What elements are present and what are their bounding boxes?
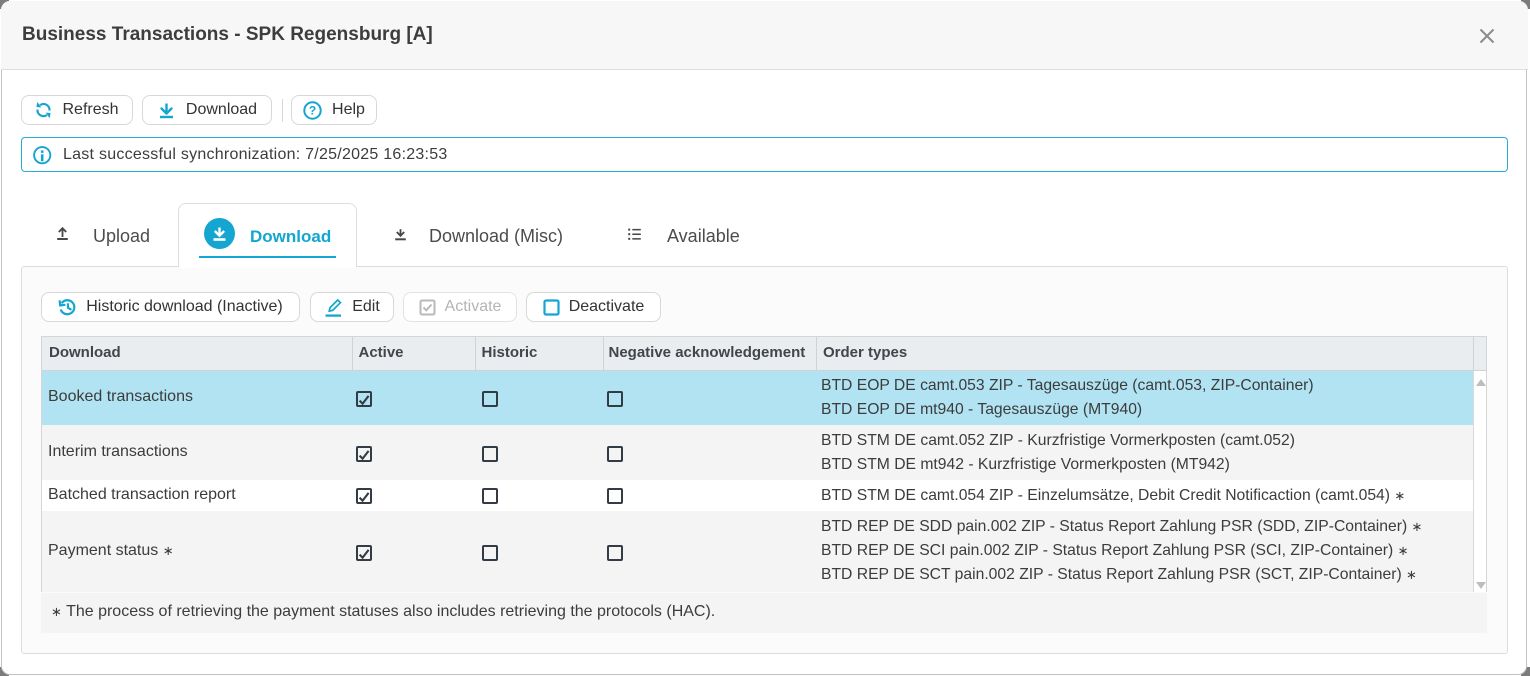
svg-text:?: ? [309, 103, 316, 117]
